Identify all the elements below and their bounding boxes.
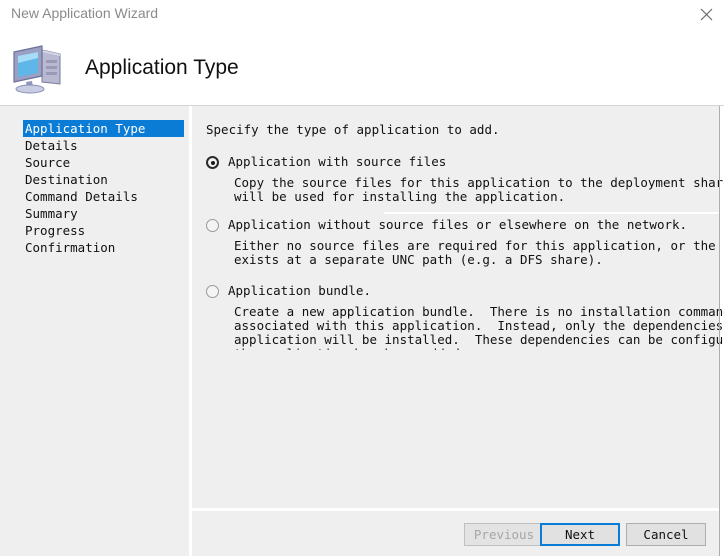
option-header[interactable]: Application bundle. [206,283,706,302]
instruction-text: Specify the type of application to add. [206,122,500,137]
option-header[interactable]: Application with source files [206,154,706,173]
sidebar: Application Type Details Source Destinat… [0,106,189,556]
content-pane: Specify the type of application to add. … [192,106,724,508]
option-label: Application bundle. [228,283,371,298]
sidebar-item-destination[interactable]: Destination [23,171,183,188]
sidebar-item-confirmation[interactable]: Confirmation [23,239,183,256]
computer-icon [10,42,68,94]
sidebar-item-command-details[interactable]: Command Details [23,188,183,205]
window-title: New Application Wizard [11,5,159,21]
sidebar-item-source[interactable]: Source [23,154,183,171]
window-right-edge [719,106,720,556]
option-label: Application without source files or else… [228,217,688,232]
header-banner: Application Type [0,30,724,106]
sidebar-item-summary[interactable]: Summary [23,205,183,222]
close-icon[interactable] [688,0,724,28]
option-description-line-1: Create a new application bundle. There i… [234,304,724,319]
option-description-line-3: application will be installed. These dep… [234,332,724,347]
next-button[interactable]: Next [540,523,620,546]
wizard-window: New Application Wizard Application Type … [0,0,724,556]
option-application-bundle[interactable]: Application bundle. Create a new applica… [206,283,724,350]
option-application-without-source-files[interactable]: Application without source files or else… [206,217,724,267]
option-label: Application with source files [228,154,447,169]
page-title: Application Type [85,56,239,79]
radio-button-with-source-files[interactable] [206,156,219,169]
option-description-line-2: associated with this application. Instea… [234,318,724,333]
option-header[interactable]: Application without source files or else… [206,217,706,236]
option-description-line-2: exists at a separate UNC path (e.g. a DF… [234,252,603,267]
previous-button[interactable]: Previous [464,523,544,546]
option-application-with-source-files[interactable]: Application with source files Copy the s… [206,154,724,204]
option-description-line-1: Copy the source files for this applicati… [234,175,724,190]
sidebar-nav-list: Application Type Details Source Destinat… [23,120,184,256]
footer-bar: Previous Next Cancel [192,511,719,556]
radio-button-application-bundle[interactable] [206,285,219,298]
content-top-edge [384,212,724,214]
option-description-line-4: the application has been added. [234,347,467,350]
radio-button-without-source-files[interactable] [206,219,219,232]
title-bar: New Application Wizard [0,0,724,30]
option-description-line-2: will be used for installing the applicat… [234,189,566,204]
sidebar-item-details[interactable]: Details [23,137,183,154]
sidebar-item-application-type[interactable]: Application Type [23,120,184,137]
option-description-line-1: Either no source files are required for … [234,238,724,253]
cancel-button[interactable]: Cancel [626,523,706,546]
sidebar-item-progress[interactable]: Progress [23,222,183,239]
